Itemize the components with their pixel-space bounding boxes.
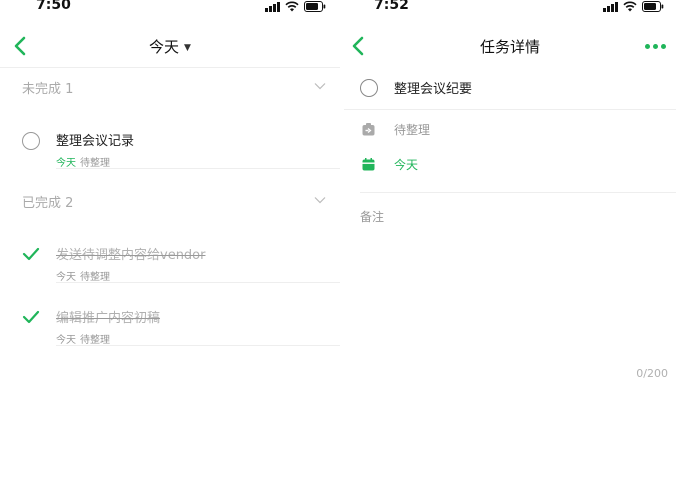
task-title[interactable]: 整理会议纪要: [394, 78, 472, 97]
nav-bar: 今天 ▼: [0, 24, 340, 68]
section-title: 未完成 1: [22, 82, 74, 97]
chevron-down-icon: [314, 83, 326, 90]
wifi-icon: [623, 1, 637, 12]
battery-icon: [304, 1, 326, 12]
task-meta: 今天 待整理: [56, 154, 110, 169]
task-checkbox[interactable]: [360, 79, 378, 97]
nav-bar: 任务详情: [344, 24, 676, 68]
task-checkbox[interactable]: [22, 132, 40, 150]
section-title: 已完成 2: [22, 196, 74, 211]
notes-char-counter: 0/200: [636, 367, 668, 380]
today-list-screen: 7:50 今天 ▼ 未完成 1 整理会议记录 今天 待整理 已完成 2 发送待调…: [0, 0, 340, 492]
list-inbox-icon: [362, 123, 375, 136]
wifi-icon: [285, 1, 299, 12]
page-title: 今天: [149, 38, 180, 56]
section-complete-header[interactable]: 已完成 2: [0, 182, 340, 220]
task-title: 整理会议记录: [56, 134, 135, 149]
chevron-down-icon: [314, 197, 326, 204]
date-filter-dropdown[interactable]: 今天 ▼: [0, 36, 340, 57]
task-date-label: 今天: [394, 158, 419, 172]
task-meta: 今天 待整理: [56, 331, 110, 346]
task-title-row[interactable]: 整理会议纪要: [344, 68, 676, 110]
signal-icon: [603, 1, 618, 12]
task-list-label: 待整理: [394, 123, 431, 137]
status-time: 7:50: [36, 0, 71, 13]
task-title: 编辑推广内容初稿: [56, 311, 161, 326]
row-divider: [56, 282, 340, 283]
more-icon[interactable]: [645, 44, 666, 49]
calendar-icon: [362, 158, 375, 171]
task-row[interactable]: 整理会议记录 今天 待整理: [0, 119, 340, 169]
status-bar: 7:52: [344, 0, 676, 16]
status-bar: 7:50: [0, 0, 340, 16]
task-row[interactable]: 编辑推广内容初稿 今天 待整理: [0, 296, 340, 346]
status-icons: [265, 1, 326, 12]
task-list-row[interactable]: 待整理: [344, 114, 676, 146]
status-time: 7:52: [374, 0, 409, 13]
caret-down-icon: ▼: [184, 43, 191, 53]
page-title: 任务详情: [479, 38, 540, 56]
task-title: 发送待调整内容给vendor: [56, 248, 206, 263]
notes-input[interactable]: 备注: [360, 208, 384, 225]
section-divider: [360, 192, 676, 193]
status-icons: [603, 1, 664, 12]
task-meta: 今天 待整理: [56, 268, 110, 283]
signal-icon: [265, 1, 280, 12]
section-incomplete-header[interactable]: 未完成 1: [0, 68, 340, 106]
task-date-row[interactable]: 今天: [344, 149, 676, 181]
task-detail-screen: 7:52 任务详情 整理会议纪要 待整理 今天 备注 0/200: [344, 0, 676, 492]
row-divider: [56, 168, 340, 169]
row-divider: [56, 345, 340, 346]
task-row[interactable]: 发送待调整内容给vendor 今天 待整理: [0, 233, 340, 283]
checkmark-icon[interactable]: [22, 310, 40, 324]
battery-icon: [642, 1, 664, 12]
checkmark-icon[interactable]: [22, 247, 40, 261]
